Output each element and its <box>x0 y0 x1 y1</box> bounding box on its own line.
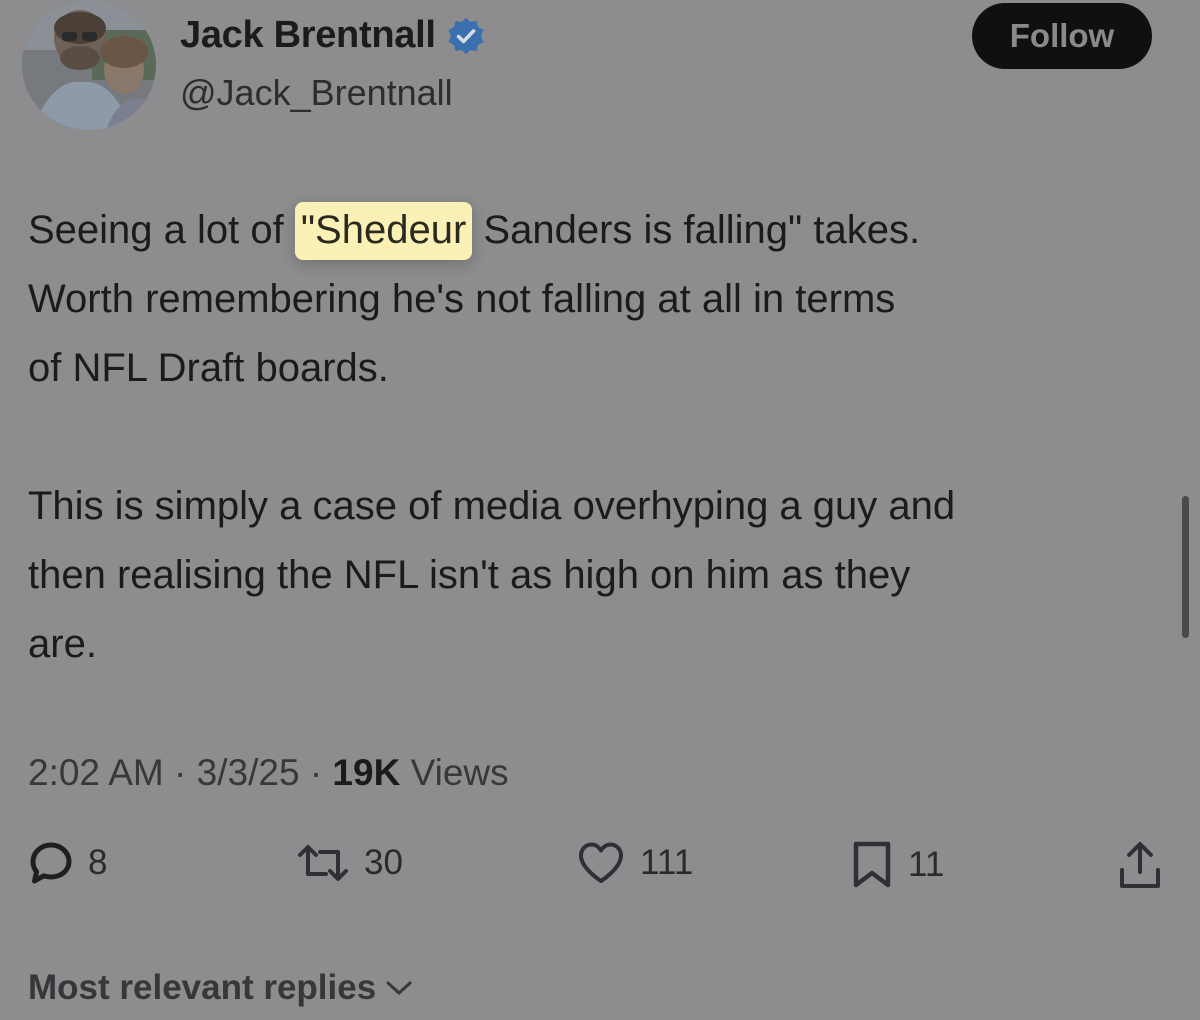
author-display-name[interactable]: Jack Brentnall <box>180 14 436 57</box>
like-button[interactable]: 111 <box>576 840 693 886</box>
tweet-line-1-post: Sanders is falling" takes. <box>472 208 921 252</box>
reply-count: 8 <box>88 843 108 882</box>
avatar[interactable] <box>22 0 156 130</box>
repost-icon <box>298 845 348 881</box>
bookmark-icon <box>853 841 891 888</box>
follow-button[interactable]: Follow <box>972 3 1152 69</box>
share-button[interactable] <box>1116 840 1164 892</box>
reply-button[interactable]: 8 <box>28 840 107 886</box>
replies-sort-label: Most relevant replies <box>28 968 377 1007</box>
tweet-date[interactable]: 3/3/25 <box>197 752 300 793</box>
chevron-down-icon <box>386 981 412 995</box>
tweet-time[interactable]: 2:02 AM <box>28 752 164 793</box>
tweet-line: then realising the NFL isn't as high on … <box>28 553 911 597</box>
author-handle[interactable]: @Jack_Brentnall <box>180 72 453 114</box>
highlighted-text[interactable]: "Shedeur <box>294 202 473 260</box>
repost-button[interactable]: 30 <box>296 840 403 886</box>
views-count[interactable]: 19K <box>332 752 400 793</box>
repost-count: 30 <box>364 843 403 882</box>
heart-icon <box>579 842 623 883</box>
author-name-row: Jack Brentnall <box>180 14 486 57</box>
tweet-line: are. <box>28 622 97 666</box>
tweet-line: Seeing a lot of "Shedeur Sanders is fall… <box>28 196 1188 265</box>
scrollbar[interactable] <box>1182 496 1189 638</box>
verified-badge-icon[interactable] <box>446 16 486 56</box>
replies-sort-dropdown[interactable]: Most relevant replies <box>28 968 414 1008</box>
share-icon <box>1120 842 1160 888</box>
tweet-line: This is simply a case of media overhypin… <box>28 484 956 528</box>
reply-icon <box>30 842 72 884</box>
action-bar: 8 30 111 11 <box>28 840 1178 910</box>
meta-separator: · <box>299 752 333 793</box>
views-label[interactable]: Views <box>400 752 509 793</box>
bookmark-button[interactable]: 11 <box>850 840 944 890</box>
tweet-meta: 2:02 AM · 3/3/25 · 19K Views <box>28 752 509 794</box>
tweet-line: Worth remembering he's not falling at al… <box>28 277 896 321</box>
bookmark-count: 11 <box>908 845 945 884</box>
tweet-text: Seeing a lot of "Shedeur Sanders is fall… <box>28 196 1188 679</box>
like-count: 111 <box>640 843 694 882</box>
avatar-photo <box>22 0 156 130</box>
meta-separator: · <box>163 752 197 793</box>
tweet-line: of NFL Draft boards. <box>28 346 389 390</box>
tweet-line-1-pre: Seeing a lot of <box>28 208 295 252</box>
